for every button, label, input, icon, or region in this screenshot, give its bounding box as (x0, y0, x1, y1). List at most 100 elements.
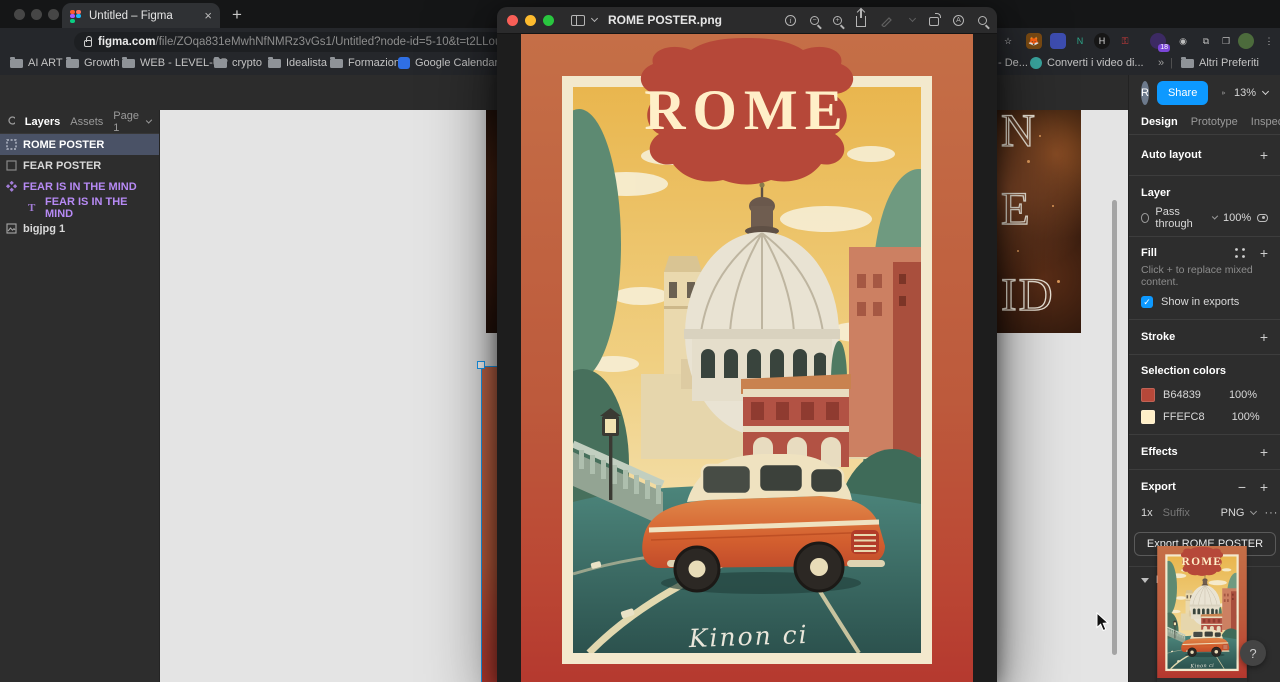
bookmark-star-icon[interactable]: ☆ (1000, 33, 1016, 49)
camera-extension-icon[interactable]: ◉ (1175, 33, 1191, 49)
window-zoom-button[interactable] (48, 9, 59, 20)
tab-close-icon[interactable]: × (204, 9, 212, 22)
blend-mode-select[interactable]: Pass through (1155, 206, 1217, 230)
fill-hint: Click + to replace mixed content. (1129, 267, 1280, 285)
layer-row-bigjpg[interactable]: bigjpg 1 (0, 218, 159, 239)
bookmark-item-other[interactable]: Altri Preferiti (1181, 57, 1259, 69)
help-button[interactable]: ? (1240, 640, 1266, 666)
selection-color-row[interactable]: FFEFC8 100% (1129, 406, 1280, 428)
fear-mind-poster-canvas-fragment[interactable]: N E ID (997, 110, 1081, 333)
preview-window-titlebar[interactable]: ROME POSTER.png i − + A (497, 7, 997, 34)
rome-poster-thumbnail (1157, 546, 1247, 678)
tab-assets[interactable]: Assets (70, 116, 103, 128)
color-hex[interactable]: B64839 (1163, 389, 1201, 401)
tab-inspect[interactable]: Inspect (1251, 116, 1280, 128)
panel-tabs: Design Prototype Inspect (1129, 110, 1280, 135)
export-add-icon[interactable]: + (1260, 479, 1268, 495)
purple-extension-icon[interactable]: 18 (1150, 33, 1166, 49)
layer-row-fear-component[interactable]: FEAR IS IN THE MIND (0, 176, 159, 197)
window-close-button[interactable] (14, 9, 25, 20)
stroke-add-icon[interactable]: + (1260, 329, 1268, 345)
zoom-selector[interactable]: 13% (1234, 87, 1268, 99)
blue-extension-icon[interactable] (1050, 33, 1066, 49)
selection-handle[interactable] (477, 361, 485, 369)
stroke-label: Stroke (1141, 331, 1175, 343)
extensions-puzzle-icon[interactable]: ⧉ (1198, 33, 1214, 49)
profile-avatar[interactable] (1238, 33, 1254, 49)
metamask-icon[interactable]: 🦊 (1026, 33, 1042, 49)
rome-poster-canvas-fragment-selected[interactable] (481, 366, 497, 682)
text-layer-icon: T (28, 202, 39, 213)
bookmark-item[interactable]: crypto (214, 57, 262, 69)
effects-add-icon[interactable]: + (1260, 444, 1268, 460)
fill-add-icon[interactable]: + (1260, 245, 1268, 261)
annotate-icon[interactable]: A (953, 15, 964, 26)
markup-chevron-icon[interactable] (909, 15, 916, 22)
show-in-exports-checkbox[interactable]: ✓ (1141, 296, 1153, 308)
visibility-eye-icon[interactable] (1257, 214, 1268, 222)
zoom-out-icon[interactable]: − (810, 16, 819, 25)
new-tab-button[interactable]: + (232, 5, 242, 25)
share-icon[interactable] (856, 16, 866, 27)
present-play-icon[interactable] (1222, 87, 1226, 99)
export-format-select[interactable]: PNG (1221, 507, 1257, 519)
minimize-traffic-light[interactable] (525, 15, 536, 26)
tab-prototype[interactable]: Prototype (1191, 116, 1238, 128)
markup-pen-icon[interactable] (880, 14, 893, 27)
tab-design[interactable]: Design (1141, 116, 1178, 128)
user-avatar[interactable]: R (1141, 81, 1149, 105)
auto-layout-add-icon[interactable]: + (1260, 147, 1268, 163)
sidebar-toggle[interactable] (571, 15, 597, 26)
browser-tab[interactable]: Untitled – Figma × (62, 3, 220, 28)
folder-icon (268, 59, 281, 68)
zoom-in-icon[interactable]: + (833, 16, 842, 25)
layer-row-fear-poster[interactable]: FEAR POSTER (0, 155, 159, 176)
blend-mode-icon[interactable] (1141, 213, 1149, 223)
tab-layers[interactable]: Layers (25, 116, 60, 128)
canvas-scrollbar[interactable] (1112, 200, 1117, 655)
layer-opacity-value[interactable]: 100% (1223, 212, 1251, 224)
bookmark-item[interactable]: Converti i video di... (1030, 57, 1144, 69)
bookmark-item[interactable]: Idealista (268, 57, 327, 69)
color-hex[interactable]: FFEFC8 (1163, 411, 1205, 423)
info-icon[interactable]: i (785, 15, 796, 26)
bookmark-item[interactable]: Growth (66, 57, 119, 69)
search-icon[interactable] (8, 116, 15, 127)
dark-extension-icon[interactable]: H (1094, 33, 1110, 49)
bookmark-item[interactable]: Formazione (330, 57, 406, 69)
layers-panel: Layers Assets Page 1 ROME POSTER FEAR PO… (0, 110, 160, 682)
bookmark-item[interactable]: WEB - LEVEL-UP (122, 57, 228, 69)
zoom-traffic-light[interactable] (543, 15, 554, 26)
selection-color-row[interactable]: B64839 100% (1129, 384, 1280, 406)
preview-window[interactable]: ROME POSTER.png i − + A (497, 7, 997, 682)
bookmark-item[interactable]: - De... (998, 57, 1028, 69)
rotate-icon[interactable] (929, 17, 939, 26)
bookmarks-divider: | (1170, 57, 1173, 69)
bookmarks-overflow-icon[interactable]: » (1158, 57, 1164, 69)
color-opacity[interactable]: 100% (1229, 389, 1257, 401)
search-icon[interactable] (978, 16, 987, 25)
page-selector[interactable]: Page 1 (113, 110, 151, 134)
tab-group-icon[interactable]: ❐ (1218, 33, 1234, 49)
color-swatch[interactable] (1141, 410, 1155, 424)
converter-icon (1030, 57, 1042, 69)
layer-row-rome-poster[interactable]: ROME POSTER (0, 134, 159, 155)
browser-menu-icon[interactable]: ⋮ (1261, 33, 1277, 49)
styles-icon[interactable] (1234, 247, 1246, 259)
close-traffic-light[interactable] (507, 15, 518, 26)
window-minimize-button[interactable] (31, 9, 42, 20)
color-swatch[interactable] (1141, 388, 1155, 402)
auto-layout-label: Auto layout (1141, 149, 1202, 161)
tab-title: Untitled – Figma (89, 10, 197, 22)
export-more-icon[interactable]: ··· (1264, 507, 1278, 519)
share-button[interactable]: Share (1157, 81, 1208, 105)
bookmark-item[interactable]: AI ART (10, 57, 63, 69)
color-opacity[interactable]: 100% (1232, 411, 1260, 423)
layer-row-fear-text[interactable]: T FEAR IS IN THE MIND (0, 197, 159, 218)
teal-extension-icon[interactable]: N (1072, 33, 1088, 49)
export-suffix-input[interactable] (1161, 506, 1213, 520)
key-extension-icon[interactable]: ⚿ (1117, 33, 1133, 49)
export-remove-icon[interactable]: − (1238, 479, 1246, 495)
show-in-exports-label: Show in exports (1161, 296, 1239, 308)
export-scale[interactable]: 1x (1141, 507, 1153, 519)
